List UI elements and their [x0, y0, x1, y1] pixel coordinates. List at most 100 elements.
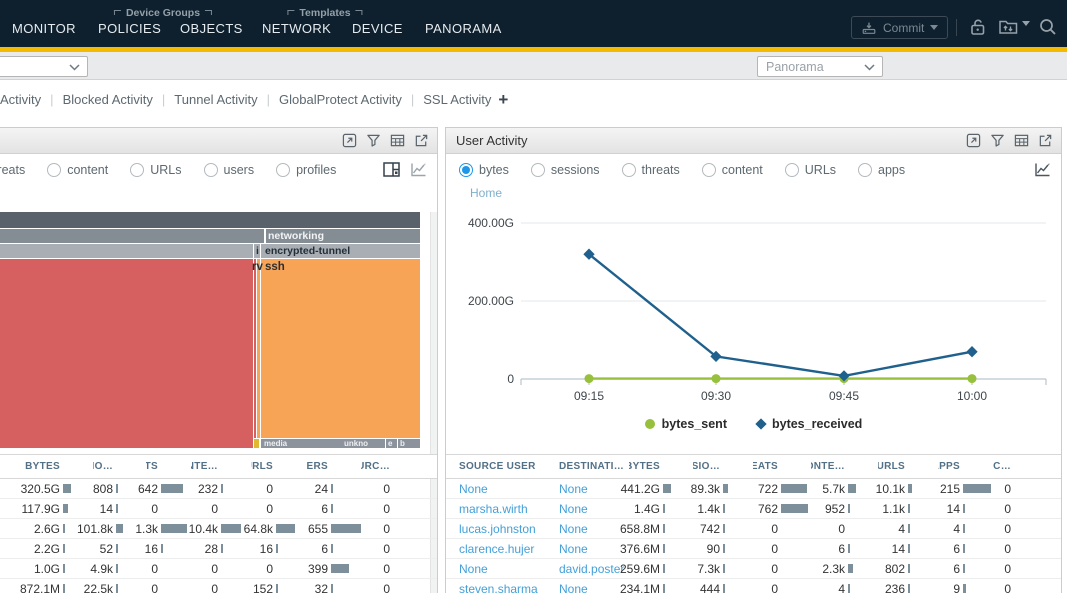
treemap-cell-yellow[interactable] — [254, 439, 259, 448]
treemap-cell-sliver[interactable] — [254, 259, 256, 438]
cell-link[interactable]: None — [459, 562, 488, 576]
cell-value: 6 — [953, 542, 960, 556]
filter-threats[interactable]: threats — [622, 163, 680, 177]
column-header[interactable]: THREATS — [753, 461, 811, 472]
cell-link[interactable]: None — [559, 582, 588, 593]
column-header[interactable]: CONTE… — [811, 461, 878, 472]
cell-link[interactable]: marsha.wirth — [459, 502, 528, 516]
column-header[interactable]: APPS — [938, 461, 993, 472]
radio-icon[interactable] — [276, 163, 290, 177]
nav-objects[interactable]: OBJECTS — [180, 21, 243, 36]
column-header[interactable]: CONTE… — [191, 461, 251, 472]
tab-activity[interactable]: Activity — [0, 92, 41, 107]
treemap-band-top[interactable] — [0, 212, 420, 228]
nav-panorama[interactable]: PANORAMA — [425, 21, 502, 36]
cell-link[interactable]: None — [559, 482, 588, 496]
column-header[interactable]: SOURC… — [361, 461, 423, 472]
filter-urls[interactable]: URLs — [785, 163, 836, 177]
commit-button[interactable]: Commit — [851, 16, 948, 39]
treemap-cell-sliver[interactable] — [257, 259, 260, 438]
radio-icon[interactable] — [204, 163, 218, 177]
cell-bar-zone — [908, 564, 938, 573]
cell-link[interactable]: None — [459, 482, 488, 496]
treemap-cell[interactable] — [0, 244, 253, 258]
filter-sessions[interactable]: sessions — [531, 163, 600, 177]
column-header[interactable]: URLS — [878, 461, 938, 472]
nav-device[interactable]: DEVICE — [352, 21, 403, 36]
filter-apps[interactable]: apps — [858, 163, 905, 177]
cell-bar-zone — [63, 504, 93, 513]
treemap-cell-ssh[interactable] — [261, 259, 420, 438]
column-header[interactable]: USERS — [306, 461, 361, 472]
cell-value: 2.2G — [34, 542, 60, 556]
treemap-band-networking[interactable] — [0, 229, 420, 243]
widget-select[interactable] — [0, 56, 88, 77]
radio-icon[interactable] — [459, 163, 473, 177]
radio-icon[interactable] — [702, 163, 716, 177]
radio-icon[interactable] — [531, 163, 545, 177]
filter-profiles[interactable]: profiles — [276, 163, 336, 177]
cell-link[interactable]: clarence.hujer — [459, 542, 534, 556]
column-header[interactable]: SOURCE USER — [446, 461, 559, 472]
filter-content[interactable]: content — [702, 163, 763, 177]
application-treemap[interactable]: networking i encrypted-tunnel rv ssh med… — [0, 212, 420, 448]
user-activity-chart[interactable]: 400.00G200.00G009:1509:3009:4510:00 — [446, 198, 1062, 421]
filter-urls[interactable]: URLs — [130, 163, 181, 177]
radio-icon[interactable] — [622, 163, 636, 177]
cell-link[interactable]: steven.sharma — [459, 582, 538, 593]
export-widget-icon[interactable] — [414, 133, 429, 148]
cell-link[interactable]: david.poster — [559, 562, 624, 576]
filter-icon[interactable] — [990, 133, 1005, 148]
table-cell: 0 — [993, 582, 1044, 593]
column-header[interactable]: URLS — [251, 461, 306, 472]
popout-icon[interactable] — [342, 133, 357, 148]
popout-icon[interactable] — [966, 133, 981, 148]
cell-bar — [63, 524, 65, 533]
column-header[interactable]: SESSIO… — [93, 461, 146, 472]
column-header[interactable]: BYTES — [629, 461, 693, 472]
line-chart-view-icon[interactable] — [410, 162, 427, 177]
search-icon[interactable] — [1038, 17, 1058, 42]
radio-icon[interactable] — [47, 163, 61, 177]
filter-content[interactable]: content — [47, 163, 108, 177]
filter-label: apps — [878, 163, 905, 177]
line-chart-view-icon[interactable] — [1034, 162, 1051, 177]
radio-icon[interactable] — [130, 163, 144, 177]
cell-link[interactable]: None — [559, 522, 588, 536]
nav-monitor[interactable]: MONITOR — [12, 21, 76, 36]
cell-value: 2.6G — [34, 522, 60, 536]
tab-tunnel-activity[interactable]: Tunnel Activity — [174, 92, 257, 107]
column-header[interactable]: BYTES — [0, 461, 93, 472]
tab-globalprotect-activity[interactable]: GlobalProtect Activity — [279, 92, 402, 107]
radio-icon[interactable] — [858, 163, 872, 177]
cell-link[interactable]: lucas.johnston — [459, 522, 536, 536]
unlock-icon[interactable] — [968, 17, 988, 42]
filter-icon[interactable] — [366, 133, 381, 148]
filter-threats[interactable]: threats — [0, 163, 25, 177]
treemap-cell-red[interactable] — [0, 259, 253, 448]
tab-ssl-activity[interactable]: SSL Activity — [423, 92, 491, 107]
cell-link[interactable]: None — [559, 502, 588, 516]
column-header[interactable]: DESTINATI… — [559, 461, 629, 472]
export-widget-icon[interactable] — [1038, 133, 1053, 148]
table-cell: 215 — [938, 482, 993, 496]
filter-bytes[interactable]: bytes — [459, 163, 509, 177]
nav-network[interactable]: NETWORK — [262, 21, 331, 36]
radio-icon[interactable] — [785, 163, 799, 177]
column-header[interactable]: SOURC… — [993, 461, 1044, 472]
column-header[interactable]: SESSIO… — [693, 461, 753, 472]
config-audit-folder-icon[interactable] — [998, 17, 1021, 42]
tab-blocked-activity[interactable]: Blocked Activity — [63, 92, 153, 107]
table-view-icon[interactable] — [1014, 133, 1029, 148]
treemap-view-icon[interactable] — [383, 162, 400, 177]
add-tab-button[interactable]: + — [498, 93, 508, 107]
data-source-select[interactable]: Panorama — [757, 56, 883, 77]
cell-value: 32 — [315, 582, 328, 593]
cell-link[interactable]: None — [559, 542, 588, 556]
table-view-icon[interactable] — [390, 133, 405, 148]
cell-value: 0 — [383, 502, 390, 516]
filter-users[interactable]: users — [204, 163, 255, 177]
nav-policies[interactable]: POLICIES — [98, 21, 161, 36]
folder-caret-icon[interactable] — [1022, 26, 1030, 44]
column-header[interactable]: THREATS — [146, 461, 191, 472]
